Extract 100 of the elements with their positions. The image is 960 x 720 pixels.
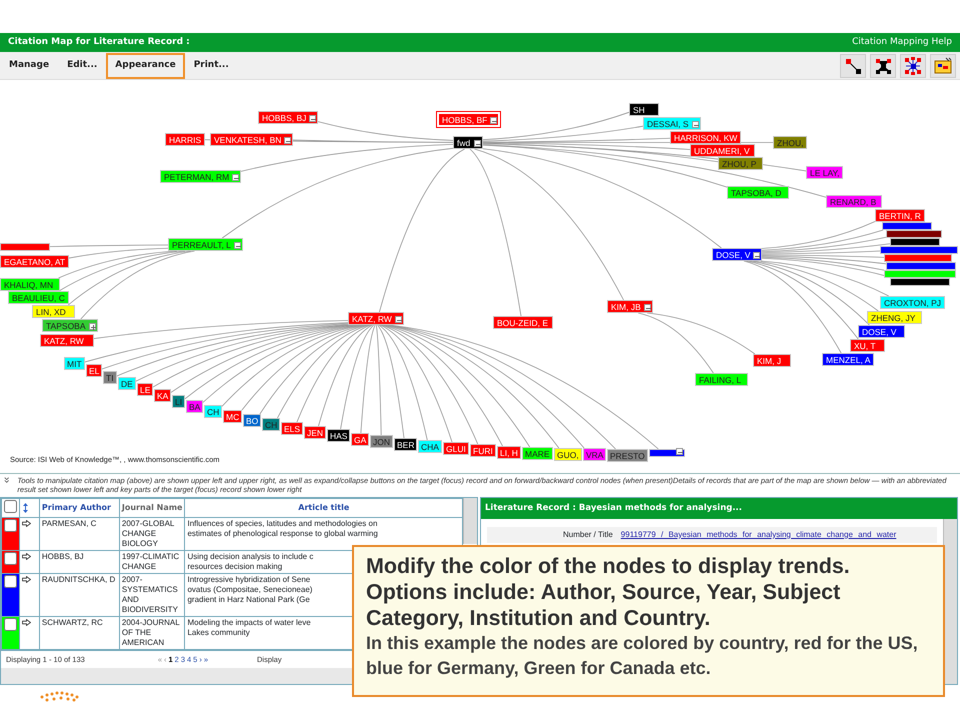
author-node[interactable]: HOBBS, BF	[438, 113, 500, 126]
menu-tab[interactable]: Edit...	[58, 52, 106, 78]
author-node[interactable]: XU, T	[850, 339, 885, 352]
node-block[interactable]	[0, 243, 50, 251]
author-node[interactable]: LI, H	[497, 446, 521, 459]
author-node[interactable]: LE	[137, 383, 154, 396]
author-node[interactable]: BER	[394, 438, 418, 451]
author-node[interactable]: KIM, J	[753, 354, 791, 367]
author-node[interactable]: CHA	[418, 440, 442, 453]
node-block[interactable]	[884, 254, 952, 262]
author-node[interactable]: DOSE, V	[858, 325, 905, 338]
toolbar-button[interactable]	[870, 54, 896, 78]
row-checkbox[interactable]	[4, 575, 17, 588]
author-node[interactable]: MIT	[64, 357, 85, 370]
node-block[interactable]	[649, 449, 685, 457]
author-node[interactable]: CROXTON, PJ	[880, 296, 945, 309]
node-block[interactable]	[880, 246, 958, 254]
author-node[interactable]: CH	[204, 405, 222, 418]
author-node[interactable]: fwd	[453, 136, 483, 149]
collapse-toggle[interactable]	[394, 316, 402, 323]
collapse-toggle[interactable]	[676, 448, 683, 455]
double-chevron-icon[interactable]	[4, 476, 10, 484]
toolbar-button[interactable]	[900, 54, 926, 78]
author-node[interactable]: FAILING, L	[695, 373, 748, 386]
toolbar-button[interactable]	[930, 54, 956, 78]
menu-tab[interactable]: Appearance	[106, 52, 185, 78]
author-node[interactable]: GA	[351, 433, 370, 446]
row-checkbox[interactable]	[4, 618, 17, 631]
menu-tab[interactable]: Print...	[184, 52, 238, 78]
toolbar-button[interactable]	[840, 54, 866, 78]
author-node[interactable]: GLUI	[443, 442, 469, 455]
arrow-icon[interactable]	[22, 576, 31, 584]
column-header[interactable]: Article title	[184, 498, 463, 518]
author-node[interactable]: BERTIN, R	[875, 209, 925, 222]
node-block[interactable]	[886, 230, 942, 238]
author-node[interactable]: MC	[223, 410, 242, 423]
collapse-toggle[interactable]	[234, 242, 241, 249]
author-node[interactable]: EL	[86, 364, 102, 377]
arrow-icon[interactable]	[22, 520, 31, 528]
author-node[interactable]: HOBBS, BJ	[258, 111, 318, 124]
author-node[interactable]: FURI	[470, 444, 496, 457]
row-checkbox[interactable]	[4, 552, 17, 565]
collapse-toggle[interactable]	[232, 174, 240, 181]
arrow-icon[interactable]	[22, 553, 31, 560]
author-node[interactable]: ZHOU, P	[718, 157, 763, 170]
author-node[interactable]: SH	[629, 103, 659, 116]
collapse-toggle[interactable]	[692, 121, 699, 128]
author-node[interactable]: KATZ, RW	[40, 334, 94, 347]
sort-icon[interactable]	[22, 502, 29, 514]
author-node[interactable]: RENARD, B	[826, 195, 882, 208]
author-node[interactable]: ZHENG, JY	[867, 311, 922, 324]
author-node[interactable]: GUO,	[554, 448, 582, 461]
author-node[interactable]: DOSE, V	[712, 248, 762, 261]
column-header[interactable]: Journal Name	[119, 498, 185, 518]
author-node[interactable]: LE LAY,	[806, 166, 844, 179]
author-node[interactable]: JON	[370, 435, 393, 448]
node-block[interactable]	[890, 238, 940, 246]
node-block[interactable]	[882, 222, 932, 230]
node-block[interactable]	[886, 262, 956, 270]
help-link[interactable]: Citation Mapping Help	[852, 36, 952, 50]
author-node[interactable]: TAPSOBA, D	[727, 186, 789, 199]
author-node[interactable]: HARRISON, KW	[670, 131, 742, 144]
author-node[interactable]: MENZEL, A	[822, 353, 874, 366]
author-node[interactable]: UDDAMERI, V	[690, 144, 755, 157]
author-node[interactable]: PETERMAN, RM	[160, 170, 242, 183]
author-node[interactable]: PERREAULT, L	[168, 238, 243, 251]
author-node[interactable]: TI	[103, 371, 117, 384]
author-node[interactable]: LI	[172, 395, 186, 408]
author-node[interactable]: ZHOU,	[773, 136, 808, 149]
row-checkbox[interactable]	[4, 519, 17, 532]
author-node[interactable]: CH	[262, 418, 280, 431]
collapse-toggle[interactable]	[644, 304, 651, 311]
collapse-toggle[interactable]	[309, 115, 316, 122]
select-all-checkbox[interactable]	[4, 500, 17, 513]
author-node[interactable]: DE	[118, 377, 136, 390]
author-node[interactable]: KATZ, RW	[348, 312, 404, 325]
author-node[interactable]: ELS	[281, 422, 304, 435]
author-node[interactable]: EGAETANO, AT	[0, 255, 70, 268]
author-node[interactable]: HARRIS	[165, 133, 206, 146]
author-node[interactable]: BEAULIEU, C	[8, 291, 69, 304]
collapse-toggle[interactable]	[490, 117, 498, 124]
node-block[interactable]	[890, 278, 950, 286]
author-node[interactable]: BO	[243, 414, 262, 427]
menu-tab[interactable]: Manage	[0, 52, 58, 78]
author-node[interactable]: DESSAI, S	[643, 117, 701, 130]
record-link[interactable]: 99119779 / Bayesian methods for analysing climate change and water	[620, 528, 896, 541]
author-node[interactable]: VENKATESH, BN	[210, 133, 294, 146]
author-node[interactable]: BA	[186, 400, 204, 413]
node-block[interactable]	[884, 270, 956, 278]
scrollbar[interactable]	[463, 498, 477, 544]
expand-toggle[interactable]	[88, 323, 96, 330]
author-node[interactable]: TAPSOBA	[42, 319, 98, 332]
author-node[interactable]: LIN, XD	[32, 305, 75, 318]
author-node[interactable]: JEN	[304, 426, 326, 439]
author-node[interactable]: KHALIQ, MN	[0, 278, 60, 291]
author-node[interactable]: KA	[154, 389, 172, 402]
author-node[interactable]: MARE	[522, 447, 553, 460]
author-node[interactable]: BOU-ZEID, E	[493, 316, 553, 329]
collapse-toggle[interactable]	[284, 137, 292, 144]
author-node[interactable]: HAS	[327, 429, 350, 442]
